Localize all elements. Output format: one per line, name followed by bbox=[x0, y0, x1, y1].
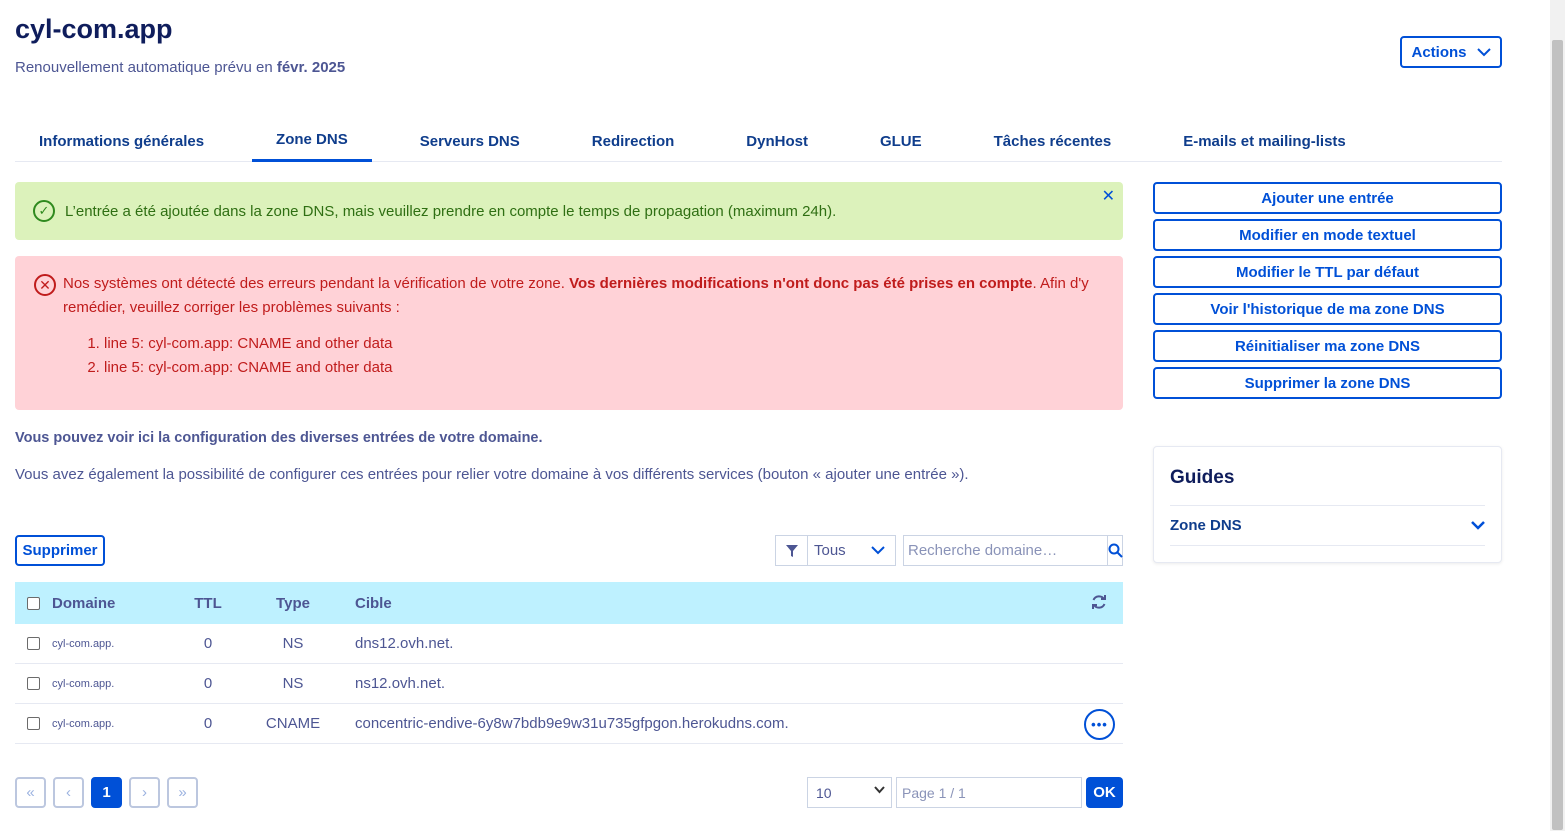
cell-type: CNAME bbox=[265, 715, 321, 732]
close-icon[interactable]: ✕ bbox=[1102, 186, 1115, 206]
ok-button[interactable]: OK bbox=[1086, 777, 1123, 808]
reset-zone-button[interactable]: Réinitialiser ma zone DNS bbox=[1153, 330, 1502, 362]
header-type[interactable]: Type bbox=[234, 595, 352, 612]
cell-ttl: 0 bbox=[203, 715, 213, 732]
actions-label: Actions bbox=[1411, 43, 1467, 61]
tab-label: GLUE bbox=[879, 132, 922, 150]
tab-zone-dns[interactable]: Zone DNS bbox=[252, 120, 372, 162]
page-number-input[interactable]: Page 1 / 1 bbox=[896, 777, 1082, 808]
search-input[interactable] bbox=[904, 536, 1107, 565]
error-bold: Vos dernières modifications n'ont donc p… bbox=[569, 275, 1033, 292]
last-page-button[interactable]: » bbox=[167, 777, 198, 808]
chevron-down-icon bbox=[874, 785, 885, 797]
select-all-checkbox[interactable] bbox=[15, 596, 52, 610]
intro-heading: Vous pouvez voir ici la configuration de… bbox=[15, 430, 543, 446]
row-checkbox[interactable] bbox=[15, 637, 52, 650]
tab-label: Zone DNS bbox=[276, 131, 348, 148]
delete-button[interactable]: Supprimer bbox=[15, 535, 105, 566]
page-scrollbar[interactable] bbox=[1550, 0, 1565, 831]
renewal-info: Renouvellement automatique prévu en févr… bbox=[15, 59, 345, 76]
error-message: Nos systèmes ont détecté des erreurs pen… bbox=[63, 272, 1103, 320]
cell-ttl: 0 bbox=[203, 635, 213, 652]
guide-item-zone-dns[interactable]: Zone DNS bbox=[1170, 506, 1485, 546]
filter-value: Tous bbox=[814, 542, 846, 559]
page-title: cyl-com.app bbox=[15, 14, 173, 44]
tab-label: DynHost bbox=[746, 132, 808, 150]
error-item: line 5: cyl-com.app: CNAME and other dat… bbox=[104, 332, 1103, 356]
cell-type: NS bbox=[282, 635, 304, 652]
error-circle-icon: ✕ bbox=[34, 274, 56, 296]
error-alert: ✕ Nos systèmes ont détecté des erreurs p… bbox=[15, 256, 1123, 410]
refresh-icon[interactable] bbox=[1091, 594, 1107, 615]
guides-title: Guides bbox=[1170, 467, 1235, 488]
tab-label: Redirection bbox=[591, 132, 675, 150]
row-checkbox[interactable] bbox=[15, 717, 52, 730]
table-row: cyl-com.app. 0 NS dns12.ovh.net. bbox=[15, 624, 1123, 664]
more-icon[interactable]: ••• bbox=[1084, 709, 1115, 740]
tab-emails[interactable]: E-mails et mailing-lists bbox=[1159, 120, 1370, 162]
cell-target: concentric-endive-6y8w7bdb9e9w31u735gfpg… bbox=[355, 715, 789, 732]
first-page-button[interactable]: « bbox=[15, 777, 46, 808]
edit-default-ttl-button[interactable]: Modifier le TTL par défaut bbox=[1153, 256, 1502, 288]
error-list: line 5: cyl-com.app: CNAME and other dat… bbox=[104, 332, 1103, 380]
table-row: cyl-com.app. 0 NS ns12.ovh.net. bbox=[15, 664, 1123, 704]
scrollbar-thumb[interactable] bbox=[1552, 40, 1563, 830]
cell-domain: cyl-com.app. bbox=[52, 637, 115, 650]
chevron-down-icon bbox=[1471, 521, 1485, 530]
success-alert: ✓ L’entrée a été ajoutée dans la zone DN… bbox=[15, 182, 1123, 240]
chevron-down-icon bbox=[1476, 47, 1491, 56]
domain-search bbox=[903, 535, 1123, 566]
cell-type: NS bbox=[282, 675, 304, 692]
tab-label: E-mails et mailing-lists bbox=[1183, 132, 1346, 150]
tab-dynhost[interactable]: DynHost bbox=[722, 120, 832, 162]
add-entry-button[interactable]: Ajouter une entrée bbox=[1153, 182, 1502, 214]
current-page-button[interactable]: 1 bbox=[91, 777, 122, 808]
success-message: L’entrée a été ajoutée dans la zone DNS,… bbox=[65, 202, 837, 220]
tab-general-info[interactable]: Informations générales bbox=[15, 120, 228, 162]
tab-label: Informations générales bbox=[39, 132, 205, 150]
tab-redirection[interactable]: Redirection bbox=[568, 120, 699, 162]
tab-dns-servers[interactable]: Serveurs DNS bbox=[396, 120, 544, 162]
prev-page-button[interactable]: ‹ bbox=[53, 777, 84, 808]
check-circle-icon: ✓ bbox=[33, 200, 55, 222]
type-filter-select[interactable]: Tous bbox=[775, 535, 896, 566]
chevron-down-icon bbox=[871, 543, 895, 558]
cell-ttl: 0 bbox=[203, 675, 213, 692]
delete-zone-button[interactable]: Supprimer la zone DNS bbox=[1153, 367, 1502, 399]
row-checkbox[interactable] bbox=[15, 677, 52, 690]
error-intro: Nos systèmes ont détecté des erreurs pen… bbox=[63, 275, 570, 292]
dns-zone-page: cyl-com.app Renouvellement automatique p… bbox=[15, 0, 1505, 831]
actions-button[interactable]: Actions bbox=[1400, 36, 1502, 68]
guides-panel: Guides Zone DNS bbox=[1153, 446, 1502, 563]
page-size-value: 10 bbox=[816, 784, 832, 801]
tab-label: Tâches récentes bbox=[993, 132, 1112, 150]
next-page-button[interactable]: › bbox=[129, 777, 160, 808]
cell-target: dns12.ovh.net. bbox=[355, 635, 454, 652]
header-target[interactable]: Cible bbox=[352, 595, 1123, 612]
renewal-date: févr. 2025 bbox=[276, 59, 346, 76]
header-ttl[interactable]: TTL bbox=[182, 595, 234, 612]
dns-records-table: Domaine TTL Type Cible cyl-com.app. 0 NS… bbox=[15, 582, 1123, 744]
table-header: Domaine TTL Type Cible bbox=[15, 582, 1123, 624]
tab-glue[interactable]: GLUE bbox=[856, 120, 946, 162]
search-icon[interactable] bbox=[1107, 536, 1123, 565]
page-size-select[interactable]: 10 bbox=[807, 777, 892, 808]
cell-domain: cyl-com.app. bbox=[52, 717, 115, 730]
edit-text-mode-button[interactable]: Modifier en mode textuel bbox=[1153, 219, 1502, 251]
guide-item-label: Zone DNS bbox=[1170, 517, 1242, 534]
table-row: cyl-com.app. 0 CNAME concentric-endive-6… bbox=[15, 704, 1123, 744]
error-item: line 5: cyl-com.app: CNAME and other dat… bbox=[104, 356, 1103, 380]
tab-bar: Informations générales Zone DNS Serveurs… bbox=[15, 120, 1502, 162]
renewal-text: Renouvellement automatique prévu en bbox=[15, 59, 277, 76]
intro-text: Vous avez également la possibilité de co… bbox=[15, 466, 969, 483]
cell-target: ns12.ovh.net. bbox=[355, 675, 446, 692]
filter-icon bbox=[776, 536, 808, 565]
tab-recent-tasks[interactable]: Tâches récentes bbox=[970, 120, 1136, 162]
cell-domain: cyl-com.app. bbox=[52, 677, 115, 690]
header-domain[interactable]: Domaine bbox=[52, 595, 182, 612]
tab-label: Serveurs DNS bbox=[419, 132, 520, 150]
view-history-button[interactable]: Voir l'historique de ma zone DNS bbox=[1153, 293, 1502, 325]
